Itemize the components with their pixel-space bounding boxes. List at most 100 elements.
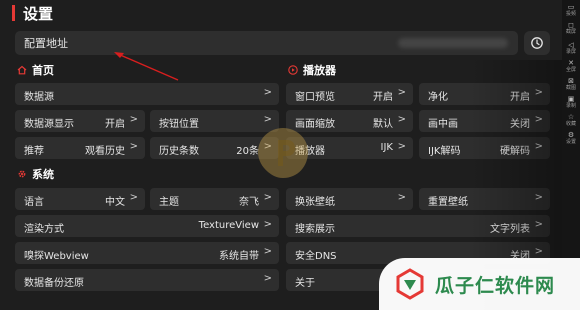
setting-label: 窗口预览 <box>295 92 335 103</box>
chevron-right-icon: > <box>129 114 138 125</box>
setting-search-display[interactable]: 搜索展示 文字列表 > <box>286 215 550 237</box>
config-address-value-blurred <box>398 38 508 48</box>
rail-item[interactable]: ◁ 录屏 <box>563 41 579 56</box>
rail-glyph-icon: ⚙ <box>567 131 575 139</box>
setting-value: 开启 <box>510 92 530 103</box>
setting-value: 硬解码 <box>500 146 530 157</box>
brand-text-part1: 瓜子 <box>435 274 476 297</box>
chevron-right-icon: > <box>263 219 272 230</box>
rail-glyph-icon: ✕ <box>568 59 574 67</box>
chevron-right-icon: > <box>263 273 272 284</box>
setting-label: 安全DNS <box>295 251 337 262</box>
rail-item[interactable]: ◻ 截屏 <box>563 22 579 36</box>
brand-logo-icon <box>396 268 424 300</box>
chevron-right-icon: > <box>263 246 272 257</box>
setting-value: 观看历史 <box>85 146 125 157</box>
rail-label: 录屏 <box>565 49 576 55</box>
setting-value: 系统自带 <box>219 251 259 262</box>
section-home-header: 首页 <box>17 62 54 78</box>
rail-label: 截图 <box>565 85 576 91</box>
rail-item[interactable]: ⊠ 截图 <box>563 77 579 92</box>
setting-label: 换张壁纸 <box>295 197 335 208</box>
chevron-right-icon: > <box>534 192 543 203</box>
setting-label: 按钮位置 <box>159 119 199 130</box>
rail-glyph-icon: ▣ <box>567 95 575 103</box>
setting-label: 关于 <box>295 278 315 289</box>
chevron-right-icon: > <box>534 114 543 125</box>
setting-label: 搜索展示 <box>295 224 335 235</box>
setting-render-mode[interactable]: 渲染方式 TextureView > <box>15 215 279 237</box>
rail-label: 截屏 <box>565 29 576 35</box>
page-header: 设置 <box>12 2 53 24</box>
config-address-label: 配置地址 <box>24 37 68 50</box>
setting-value: 开启 <box>373 92 393 103</box>
setting-label: 画中画 <box>428 119 458 130</box>
rail-label: 收藏 <box>565 121 576 127</box>
section-system-title: 系统 <box>32 168 54 181</box>
section-system-header: 系统 <box>17 166 54 182</box>
chevron-right-icon: > <box>534 219 543 230</box>
setting-label: 渲染方式 <box>24 224 64 235</box>
setting-data-source-display[interactable]: 数据源显示 开启 > <box>15 110 145 132</box>
brand-text-part2: 软件网 <box>495 274 556 297</box>
chevron-right-icon: > <box>397 192 406 203</box>
brand-text-gui: 仁 <box>475 274 496 297</box>
rail-item[interactable]: ☆ 收藏 <box>563 113 579 128</box>
setting-theme[interactable]: 主题 奈飞 > <box>150 188 279 210</box>
chevron-right-icon: > <box>397 141 406 152</box>
section-player-header: 播放器 <box>288 62 336 78</box>
setting-label: 净化 <box>428 92 448 103</box>
chevron-right-icon: > <box>534 141 543 152</box>
rail-item[interactable]: ▣ 录制 <box>563 95 579 110</box>
setting-pip[interactable]: 画中画 关闭 > <box>419 110 550 132</box>
title-accent-bar <box>12 5 15 21</box>
rail-item[interactable]: ▭ 投频 <box>563 3 579 18</box>
setting-value: IJK <box>380 142 393 153</box>
setting-value: 开启 <box>105 119 125 130</box>
chevron-right-icon: > <box>263 192 272 203</box>
setting-ijk-decode[interactable]: IJK解码 硬解码 > <box>419 137 550 159</box>
home-icon <box>17 65 27 75</box>
setting-purify[interactable]: 净化 开启 > <box>419 83 550 105</box>
rail-item[interactable]: ✕ 全屏 <box>563 59 579 74</box>
rail-glyph-icon: ⊠ <box>568 77 574 85</box>
setting-data-backup[interactable]: 数据备份还原 > <box>15 269 279 291</box>
setting-label: 重置壁纸 <box>428 197 468 208</box>
section-player-title: 播放器 <box>303 64 336 77</box>
chevron-right-icon: > <box>129 192 138 203</box>
setting-label: 数据源 <box>24 92 54 103</box>
chevron-right-icon: > <box>534 246 543 257</box>
chevron-right-icon: > <box>397 87 406 98</box>
center-watermark-logo <box>258 128 308 178</box>
rail-glyph-icon: ▭ <box>567 3 575 11</box>
setting-value: 关闭 <box>510 119 530 130</box>
play-circle-icon <box>288 65 298 75</box>
chevron-right-icon: > <box>129 141 138 152</box>
setting-label: 历史条数 <box>159 146 199 157</box>
chevron-right-icon: > <box>397 114 406 125</box>
setting-language[interactable]: 语言 中文 > <box>15 188 145 210</box>
brand-text: 瓜子仁软件网 <box>435 271 555 298</box>
chevron-right-icon: > <box>263 114 272 125</box>
history-button[interactable] <box>524 31 550 55</box>
setting-data-source[interactable]: 数据源 > <box>15 83 279 105</box>
brand-watermark: 瓜子仁软件网 <box>379 258 580 310</box>
page-title: 设置 <box>23 4 54 23</box>
rail-glyph-icon: ☆ <box>567 113 575 121</box>
setting-value: 中文 <box>105 197 125 208</box>
section-home-title: 首页 <box>32 64 54 77</box>
history-icon <box>531 37 543 49</box>
config-address-field[interactable]: 配置地址 <box>15 31 518 55</box>
setting-window-preview[interactable]: 窗口预览 开启 > <box>286 83 413 105</box>
rail-label: 投频 <box>565 11 576 17</box>
chevron-right-icon: > <box>534 87 543 98</box>
rail-item[interactable]: ⚙ 设置 <box>563 131 579 146</box>
setting-label: 推荐 <box>24 146 44 157</box>
setting-label: 主题 <box>159 197 179 208</box>
setting-sniff-webview[interactable]: 嗅探Webview 系统自带 > <box>15 242 279 264</box>
setting-change-wallpaper[interactable]: 换张壁纸 > <box>286 188 413 210</box>
setting-value: 文字列表 <box>490 224 530 235</box>
setting-recommend[interactable]: 推荐 观看历史 > <box>15 137 145 159</box>
setting-reset-wallpaper[interactable]: 重置壁纸 > <box>419 188 550 210</box>
rail-glyph-icon: ◁ <box>568 41 574 49</box>
